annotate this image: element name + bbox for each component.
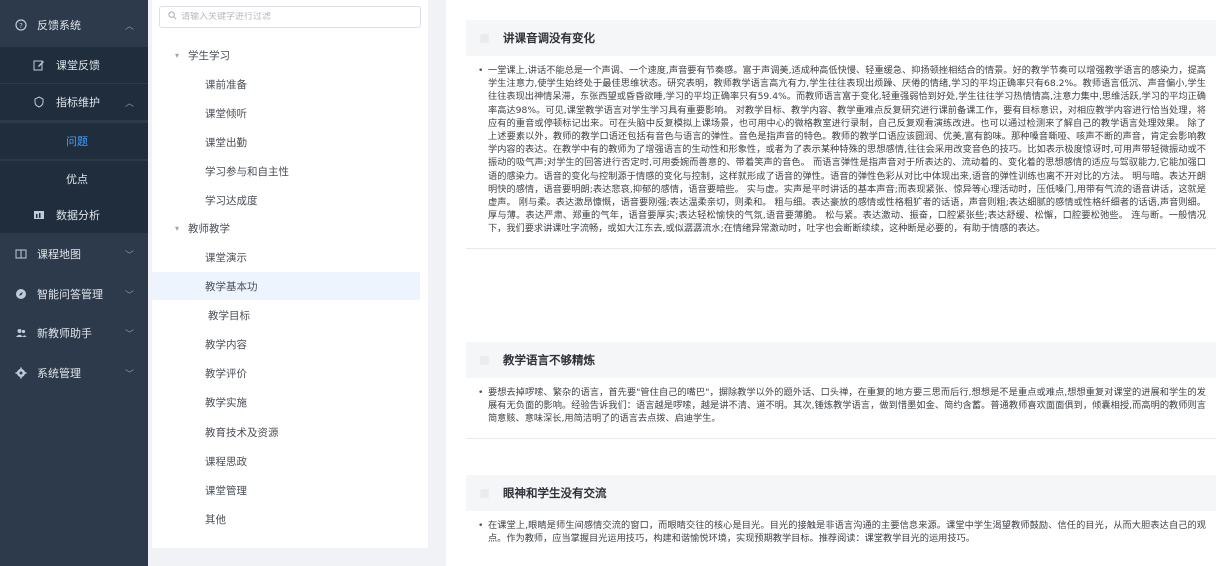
chevron-up-icon: ︿ [124, 21, 134, 32]
menu-qa-management[interactable]: 智能问答管理 ﹀ [0, 276, 148, 312]
tree-filter-input[interactable] [181, 12, 401, 22]
tree-node-label: 课堂出勤 [205, 136, 247, 149]
problem-card-header[interactable]: 眼神和学生没有交流 [466, 475, 1216, 511]
tree-node-label: 课堂管理 [205, 484, 247, 497]
svg-text:?: ? [19, 22, 23, 30]
tree-node-label: 其他 [205, 513, 226, 526]
menu-course-map-label: 课程地图 [37, 248, 81, 261]
content-area: 讲课音调没有变化 一堂课上,讲话不能总是一个声调、一个速度,声音要有节奏感。富于… [446, 0, 1216, 566]
gear-icon [14, 366, 28, 380]
problem-description: 一堂课上,讲话不能总是一个声调、一个速度,声音要有节奏感。富于声调美,适成种高低… [478, 64, 1206, 236]
chevron-down-icon: ﹀ [124, 369, 134, 380]
menu-course-map[interactable]: 课程地图 ﹀ [0, 236, 148, 272]
tree-node-achievement[interactable]: 学习达成度 [152, 186, 420, 214]
map-icon [14, 247, 28, 261]
chart-icon [32, 208, 46, 222]
menu-problem-label: 问题 [66, 135, 88, 148]
menu-class-feedback[interactable]: 课堂反馈 [0, 47, 148, 83]
problem-description: 在课堂上,眼睛是师生间感情交流的窗口，而眼睛交往的核心是目光。目光的接触是非语言… [478, 519, 1206, 545]
question-circle-icon: ? [14, 18, 28, 32]
chevron-down-icon: ﹀ [124, 290, 134, 301]
menu-system-management-label: 系统管理 [37, 367, 81, 380]
tree-node-other[interactable]: 其他 [152, 505, 420, 533]
compass-icon [14, 287, 28, 301]
tree-node-label: 教学内容 [205, 338, 247, 351]
chevron-down-icon: ﹀ [124, 250, 134, 261]
tree-node-label: 课程思政 [205, 455, 247, 468]
menu-system-management[interactable]: 系统管理 ﹀ [0, 355, 148, 391]
checkbox[interactable] [480, 33, 489, 43]
tree-panel: ▾ 学生学习 课前准备 课堂倾听 课堂出勤 学习参与和自主性 学习达成度 ▾ 教… [152, 0, 428, 548]
caret-down-icon: ▾ [175, 223, 180, 233]
caret-down-icon: ▾ [175, 50, 180, 60]
problem-description: 要想去掉啰嗦、繁杂的语言，首先要"管住自己的嘴巴"，摒除教学以外的题外话、口头禅… [478, 386, 1206, 426]
tree-filter-search[interactable] [159, 6, 421, 28]
menu-problem[interactable]: 问题 [0, 123, 148, 159]
shield-icon [32, 95, 46, 109]
menu-feedback-system[interactable]: ? 反馈系统 ︿ [0, 7, 148, 43]
menu-class-feedback-label: 课堂反馈 [56, 59, 100, 72]
menu-indicator-maintenance[interactable]: 指标维护 ︿ [0, 84, 148, 120]
tree-node-student-learning[interactable]: ▾ 学生学习 [152, 41, 420, 69]
tree-node-ideology[interactable]: 课程思政 [152, 447, 420, 475]
problem-card-header[interactable]: 讲课音调没有变化 [466, 20, 1216, 56]
tree-node-label: 课堂倾听 [205, 107, 247, 120]
menu-advantage-label: 优点 [66, 173, 88, 186]
tree-node-label: 学生学习 [188, 49, 231, 62]
menu-new-teacher-assistant-label: 新教师助手 [37, 327, 92, 340]
checkbox[interactable] [480, 355, 489, 365]
tree-node-edtech[interactable]: 教育技术及资源 [152, 418, 420, 446]
menu-feedback-system-label: 反馈系统 [37, 19, 81, 32]
users-icon [14, 326, 28, 340]
problem-card: 讲课音调没有变化 一堂课上,讲话不能总是一个声调、一个速度,声音要有节奏感。富于… [466, 20, 1216, 249]
tree-node-label: 学习达成度 [205, 194, 258, 207]
tree-node-label: 教育技术及资源 [205, 426, 279, 439]
tree-node-label: 教师教学 [188, 222, 231, 235]
tree-node-teaching-goals[interactable]: 教学目标 [152, 301, 420, 329]
divider [466, 247, 1216, 249]
problem-card-header[interactable]: 教学语言不够精炼 [466, 342, 1216, 378]
checkbox[interactable] [480, 488, 489, 498]
problem-title: 讲课音调没有变化 [503, 31, 595, 45]
tree-node-label: 教学目标 [208, 309, 250, 322]
chevron-up-icon: ︿ [124, 98, 134, 109]
edit-icon [32, 58, 46, 72]
menu-data-analysis[interactable]: 数据分析 [0, 197, 148, 233]
divider [466, 437, 1216, 439]
tree-node-label: 课堂演示 [205, 251, 247, 264]
problem-card: 眼神和学生没有交流 在课堂上,眼睛是师生间感情交流的窗口，而眼睛交往的核心是目光… [466, 475, 1216, 551]
tree-node-class-listening[interactable]: 课堂倾听 [152, 99, 420, 127]
tree-node-label: 教学基本功 [205, 280, 258, 293]
tree-node-basic-skills[interactable]: 教学基本功 [152, 272, 420, 300]
chevron-down-icon: ﹀ [124, 329, 134, 340]
search-icon [168, 11, 177, 23]
tree-node-class-management[interactable]: 课堂管理 [152, 476, 420, 504]
tree-node-pre-class-prep[interactable]: 课前准备 [152, 70, 420, 98]
tree-node-label: 学习参与和自主性 [205, 165, 289, 178]
problem-title: 教学语言不够精炼 [503, 353, 595, 367]
tree-node-participation[interactable]: 学习参与和自主性 [152, 157, 420, 185]
problem-card: 教学语言不够精炼 要想去掉啰嗦、繁杂的语言，首先要"管住自己的嘴巴"，摒除教学以… [466, 342, 1216, 439]
panel-divider [436, 0, 446, 566]
tree-node-label: 教学实施 [205, 396, 247, 409]
tree-node-demonstration[interactable]: 课堂演示 [152, 243, 420, 271]
problem-title: 眼神和学生没有交流 [503, 486, 607, 500]
tree-node-teaching-evaluation[interactable]: 教学评价 [152, 359, 420, 387]
menu-data-analysis-label: 数据分析 [56, 209, 100, 222]
menu-advantage[interactable]: 优点 [0, 161, 148, 197]
tree-node-label: 课前准备 [205, 78, 247, 91]
tree-node-teaching-content[interactable]: 教学内容 [152, 330, 420, 358]
tree-node-attendance[interactable]: 课堂出勤 [152, 128, 420, 156]
menu-indicator-maintenance-label: 指标维护 [56, 96, 100, 109]
tree-node-implementation[interactable]: 教学实施 [152, 388, 420, 416]
menu-qa-management-label: 智能问答管理 [37, 288, 103, 301]
tree-node-teacher-teaching[interactable]: ▾ 教师教学 [152, 214, 420, 242]
tree-node-label: 教学评价 [205, 367, 247, 380]
sidebar: ? 反馈系统 ︿ 课堂反馈 指标维护 ︿ 问题 优点 数据分析 课程地图 ﹀ 智… [0, 0, 148, 566]
menu-new-teacher-assistant[interactable]: 新教师助手 ﹀ [0, 315, 148, 351]
